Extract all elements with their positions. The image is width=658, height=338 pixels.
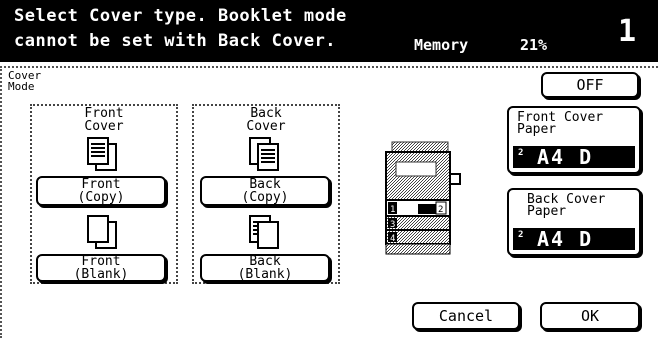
cancel-button-label: Cancel	[438, 306, 494, 325]
copier-machine-diagram: 1 2 3 4	[378, 140, 488, 266]
front-cover-paper-tray: 2	[518, 148, 526, 158]
front-cover-paper-label-2: Paper	[517, 122, 557, 137]
ok-button[interactable]: OK	[540, 302, 640, 330]
front-cover-paper-button[interactable]: Front Cover Paper 2 A4 D	[507, 106, 641, 174]
message-line-2: cannot be set with Back Cover.	[14, 31, 337, 51]
back-copy-label-2: (Copy)	[241, 190, 289, 205]
back-cover-title-line-2: Cover	[246, 119, 286, 134]
front-cover-paper-label: Front Cover Paper	[517, 111, 603, 137]
memory-value: 21%	[520, 36, 548, 54]
back-blank-button[interactable]: Back (Blank)	[200, 254, 330, 282]
back-cover-paper-tray: 2	[518, 230, 526, 240]
front-cover-paper-size: 2 A4 D	[513, 145, 635, 169]
cancel-button[interactable]: Cancel	[412, 302, 520, 330]
off-button[interactable]: OFF	[541, 72, 639, 98]
svg-text:4: 4	[390, 234, 395, 244]
front-copy-button[interactable]: Front (Copy)	[36, 176, 166, 206]
svg-text:3: 3	[390, 220, 395, 230]
message-line-1: Select Cover type. Booklet mode	[14, 6, 347, 26]
memory-label: Memory	[414, 36, 469, 54]
mode-title: Cover Mode	[8, 70, 41, 92]
front-copy-doc-icon	[82, 136, 122, 174]
front-copy-label-2: (Copy)	[77, 190, 125, 205]
back-copy-doc-icon	[244, 136, 284, 174]
back-copy-button[interactable]: Back (Copy)	[200, 176, 330, 206]
back-cover-paper-size: 2 A4 D	[513, 227, 635, 251]
front-cover-title: Front Cover	[36, 107, 172, 133]
svg-text:1: 1	[390, 205, 395, 215]
back-cover-paper-button[interactable]: Back Cover Paper 2 A4 D	[507, 188, 641, 256]
mode-title-line-2: Mode	[8, 80, 35, 93]
front-cover-title-line-2: Cover	[84, 119, 124, 134]
back-blank-doc-icon	[244, 214, 284, 252]
front-blank-doc-icon	[82, 214, 122, 252]
svg-text:2: 2	[438, 205, 443, 215]
back-cover-title: Back Cover	[198, 107, 334, 133]
ok-button-label: OK	[580, 306, 600, 325]
front-cover-paper-size-text: A4 D	[537, 145, 594, 169]
message-header: Select Cover type. Booklet mode cannot b…	[0, 0, 658, 62]
back-blank-label-2: (Blank)	[237, 267, 293, 282]
back-cover-paper-size-text: A4 D	[537, 227, 594, 251]
off-button-label: OFF	[576, 75, 604, 94]
back-cover-paper-label: Back Cover Paper	[527, 193, 605, 219]
back-cover-paper-label-2: Paper	[527, 204, 567, 219]
front-blank-label-2: (Blank)	[73, 267, 129, 282]
front-blank-button[interactable]: Front (Blank)	[36, 254, 166, 282]
page-number: 1	[618, 14, 637, 49]
